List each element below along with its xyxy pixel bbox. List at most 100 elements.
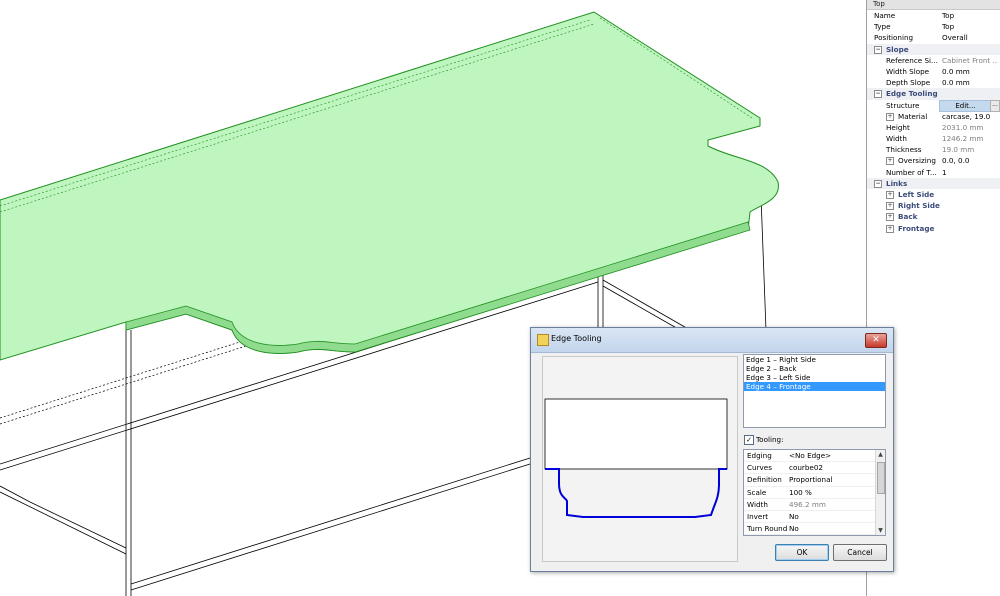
edge-profile-preview <box>542 356 738 562</box>
tooling-label: Scale <box>747 487 767 497</box>
ok-button[interactable]: OK <box>775 544 829 561</box>
app-icon <box>537 334 549 346</box>
property-value[interactable]: Top <box>942 21 998 32</box>
edge-list[interactable]: Edge 1 – Right Side Edge 2 – Back Edge 3 –… <box>743 354 886 428</box>
tooling-row[interactable]: −Position <box>744 535 885 536</box>
property-row[interactable]: Width 1246.2 mm <box>867 133 1000 144</box>
expand-icon[interactable]: + <box>886 213 894 222</box>
property-row[interactable]: Edge Tooling − <box>867 88 1000 100</box>
tooling-value[interactable]: courbe02 <box>789 462 871 473</box>
property-value[interactable]: Cabinet Front ... <box>942 55 998 66</box>
property-label: Slope <box>886 44 909 54</box>
tooling-label: Turn Round <box>747 524 787 534</box>
tooling-label: Width <box>747 499 768 509</box>
tooling-value[interactable]: 496.2 mm <box>789 499 871 510</box>
cabinet-edge <box>130 457 531 585</box>
tooling-row[interactable]: Scale 100 % <box>744 487 885 499</box>
edge-list-item[interactable]: Edge 3 – Left Side <box>744 373 885 382</box>
edge-tooling-dialog: Edge Tooling ✕ Edge 1 – Right Side Edge 2… <box>530 327 894 572</box>
expand-icon[interactable]: + <box>886 224 894 233</box>
cabinet-edge <box>602 279 691 331</box>
property-panel-header: Top <box>867 0 1000 10</box>
property-label: Reference Si... <box>886 55 938 65</box>
property-value[interactable]: 1 <box>942 167 998 178</box>
property-row[interactable]: Width Slope 0.0 mm <box>867 66 1000 77</box>
property-label: Depth Slope <box>886 78 931 88</box>
tooling-row[interactable]: Edging <No Edge> <box>744 450 885 463</box>
property-value[interactable]: 2031.0 mm <box>942 122 998 133</box>
property-label: Height <box>886 122 910 132</box>
cabinet-edge <box>130 463 531 591</box>
tooling-label: Invert <box>747 511 769 521</box>
tooling-value[interactable]: 100 % <box>789 487 871 498</box>
tooling-label: Definition <box>747 475 782 485</box>
property-row[interactable]: Frontage + <box>867 223 1000 234</box>
property-row[interactable]: Left Side + <box>867 189 1000 200</box>
property-value[interactable]: Overall <box>942 32 998 43</box>
tooling-property-grid[interactable]: Edging <No Edge> Curves courbe02 Definition P… <box>743 449 886 536</box>
expand-icon[interactable]: + <box>886 202 894 211</box>
collapse-icon[interactable]: − <box>874 90 882 99</box>
property-value[interactable]: 1246.2 mm <box>942 133 998 144</box>
tooling-row[interactable]: Curves courbe02 <box>744 462 885 475</box>
property-row[interactable]: Links − <box>867 177 1000 189</box>
property-row[interactable]: Height 2031.0 mm <box>867 122 1000 133</box>
tooling-row[interactable]: Turn Round No <box>744 523 885 535</box>
tooling-checkbox[interactable]: ✓ <box>744 435 754 445</box>
ellipsis-button[interactable]: ... <box>990 99 1000 112</box>
property-row[interactable]: Material + carcase, 19.0 <box>867 111 1000 122</box>
tooling-row[interactable]: Definition Proportional <box>744 474 885 487</box>
property-row[interactable]: Thickness 19.0 mm <box>867 144 1000 155</box>
property-row[interactable]: Number of T... 1 <box>867 167 1000 178</box>
scroll-up-icon[interactable]: ▲ <box>876 450 885 459</box>
property-label: Thickness <box>886 145 922 155</box>
tooling-value[interactable]: <No Edge> <box>789 450 871 461</box>
property-row[interactable]: Depth Slope 0.0 mm <box>867 77 1000 88</box>
property-value[interactable]: Top <box>942 10 998 21</box>
property-row[interactable]: Back + <box>867 211 1000 222</box>
property-row[interactable]: Oversizing +0.0, 0.0 <box>867 155 1000 166</box>
property-row[interactable]: Type Top <box>867 21 1000 32</box>
property-value[interactable]: 0.0, 0.0 <box>942 155 998 166</box>
edge-list-item[interactable]: Edge 2 – Back <box>744 364 885 373</box>
property-label: Back <box>898 212 918 222</box>
tooling-row[interactable]: Width 496.2 mm <box>744 499 885 511</box>
countertop-top-face[interactable] <box>0 11 779 361</box>
scroll-thumb[interactable] <box>877 462 885 494</box>
scroll-down-icon[interactable]: ▼ <box>876 526 885 535</box>
property-row[interactable]: Structure Edit...... <box>867 99 1000 112</box>
property-value[interactable]: 0.0 mm <box>942 77 998 88</box>
property-row[interactable]: Name Top <box>867 10 1000 21</box>
property-row[interactable]: Positioning Overall <box>867 32 1000 43</box>
property-value[interactable]: carcase, 19.0 <box>942 111 998 122</box>
tooling-value[interactable]: Proportional <box>789 474 871 485</box>
close-button[interactable]: ✕ <box>865 333 887 348</box>
expand-icon[interactable]: + <box>886 157 894 166</box>
property-label: Links <box>886 178 908 188</box>
property-label: Width <box>886 134 907 144</box>
tooling-value[interactable]: No <box>789 511 871 522</box>
tooling-label: Tooling: <box>756 435 784 444</box>
tooling-scrollbar[interactable]: ▲ ▼ <box>875 450 885 535</box>
expand-icon[interactable]: + <box>886 112 894 121</box>
property-value[interactable]: 19.0 mm <box>942 144 998 155</box>
cancel-button[interactable]: Cancel <box>833 544 887 561</box>
property-row[interactable]: Right Side + <box>867 200 1000 211</box>
collapse-icon[interactable]: − <box>874 45 882 54</box>
property-row[interactable]: Reference Si... Cabinet Front ... <box>867 55 1000 66</box>
property-label: Right Side <box>898 201 940 211</box>
tooling-value[interactable]: No <box>789 523 871 534</box>
structure-edit-button[interactable]: Edit... <box>939 99 992 112</box>
tooling-row[interactable]: Invert No <box>744 511 885 524</box>
edge-profile-curve <box>545 468 727 518</box>
collapse-icon[interactable]: − <box>874 179 882 188</box>
property-value[interactable]: 0.0 mm <box>942 66 998 77</box>
property-label: Structure <box>886 100 920 110</box>
edge-list-item[interactable]: Edge 4 – Frontage <box>744 382 885 391</box>
dialog-title-bar[interactable]: Edge Tooling ✕ <box>531 328 893 353</box>
edge-list-item[interactable]: Edge 1 – Right Side <box>744 355 885 364</box>
board-outline <box>544 398 728 470</box>
property-row[interactable]: Slope − <box>867 43 1000 55</box>
tooling-checkbox-row[interactable]: ✓ Tooling: <box>744 435 784 445</box>
expand-icon[interactable]: + <box>886 191 894 199</box>
